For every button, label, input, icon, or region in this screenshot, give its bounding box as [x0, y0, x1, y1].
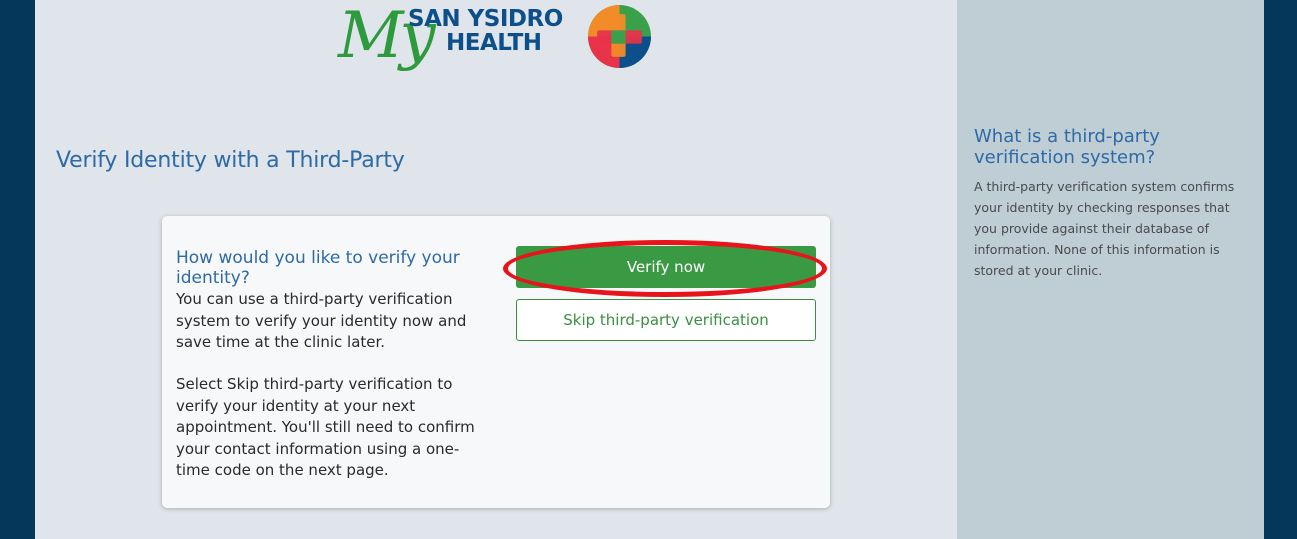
- logo-line-2: HEALTH: [446, 30, 542, 56]
- sidebar-title: What is a third-party verification syste…: [974, 126, 1160, 168]
- help-sidebar: What is a third-party verification syste…: [957, 0, 1264, 539]
- verification-card: How would you like to verify your identi…: [162, 216, 830, 508]
- verify-now-button[interactable]: Verify now: [516, 246, 816, 288]
- sidebar-body: A third-party verification system confir…: [974, 179, 1235, 278]
- main-content: My SAN YSIDRO HEALTH Verify Identity wit…: [35, 0, 957, 539]
- logo: My SAN YSIDRO HEALTH: [338, 2, 658, 82]
- skip-verification-button[interactable]: Skip third-party verification: [516, 299, 816, 341]
- logo-line-1: SAN YSIDRO: [408, 6, 563, 32]
- card-paragraph-2: Select Skip third-party verification to …: [176, 375, 475, 479]
- page-title: Verify Identity with a Third-Party: [56, 148, 405, 173]
- card-heading: How would you like to verify your identi…: [176, 248, 460, 288]
- logo-wordmark: SAN YSIDRO HEALTH: [408, 8, 563, 55]
- page-frame: My SAN YSIDRO HEALTH Verify Identity wit…: [35, 0, 1264, 539]
- cross-badge-icon: [588, 5, 651, 68]
- card-paragraph-1: You can use a third-party verification s…: [176, 290, 467, 351]
